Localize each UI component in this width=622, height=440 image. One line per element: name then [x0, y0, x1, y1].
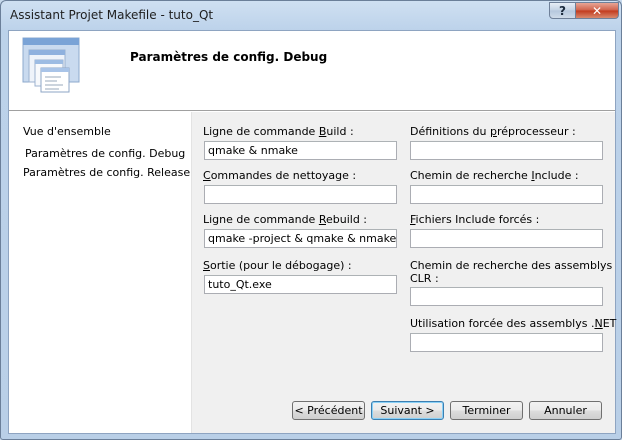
- debug-output-field[interactable]: tuto_Qt.exe: [204, 275, 397, 294]
- clean-commands-field[interactable]: [204, 185, 397, 204]
- clr-assembly-path-label: Chemin de recherche des assemblys CLR :: [410, 259, 613, 285]
- include-search-path-field[interactable]: [410, 185, 603, 204]
- forced-net-assemblies-field[interactable]: [410, 333, 603, 352]
- clean-commands-label: Commandes de nettoyage :: [203, 169, 357, 182]
- finish-button[interactable]: Terminer: [450, 401, 523, 420]
- wizard-client-area: Paramètres de config. Debug Vue d'ensemb…: [8, 30, 621, 434]
- page-title: Paramètres de config. Debug: [130, 50, 328, 64]
- clr-assembly-path-field[interactable]: [410, 287, 603, 306]
- forced-net-assemblies-label: Utilisation forcée des assemblys .NET :: [410, 317, 622, 330]
- nav-item-release-settings[interactable]: Paramètres de config. Release: [23, 166, 190, 179]
- forced-includes-label: Fichiers Include forcés :: [410, 213, 540, 226]
- title-bar[interactable]: Assistant Projet Makefile - tuto_Qt ? ✕: [1, 1, 621, 29]
- cancel-button[interactable]: Annuler: [529, 401, 602, 420]
- nav-item-debug-settings[interactable]: Paramètres de config. Debug: [25, 147, 185, 160]
- preprocessor-definitions-field[interactable]: [410, 141, 603, 160]
- build-command-label: Ligne de commande Build :: [203, 125, 354, 138]
- previous-button[interactable]: < Précédent: [292, 401, 365, 420]
- nav-divider: [191, 112, 192, 433]
- help-button[interactable]: ?: [549, 2, 576, 19]
- build-command-field[interactable]: qmake & nmake: [204, 141, 397, 160]
- debug-output-label: Sortie (pour le débogage) :: [203, 259, 352, 272]
- window-title: Assistant Projet Makefile - tuto_Qt: [10, 8, 214, 22]
- include-search-path-label: Chemin de recherche Include :: [410, 169, 579, 182]
- close-icon: ✕: [591, 3, 603, 18]
- wizard-header: Paramètres de config. Debug: [9, 31, 615, 110]
- wizard-nav: Vue d'ensemble Paramètres de config. Deb…: [9, 112, 191, 433]
- nav-item-overview[interactable]: Vue d'ensemble: [23, 125, 111, 138]
- wizard-window: Assistant Projet Makefile - tuto_Qt ? ✕: [0, 0, 622, 440]
- close-button[interactable]: ✕: [575, 2, 619, 19]
- rebuild-command-label: Ligne de commande Rebuild :: [203, 213, 368, 226]
- wizard-windows-icon: [22, 37, 80, 93]
- help-icon: ?: [559, 3, 566, 18]
- preprocessor-definitions-label: Définitions du préprocesseur :: [410, 125, 576, 138]
- next-button[interactable]: Suivant >: [371, 401, 444, 420]
- rebuild-command-field[interactable]: qmake -project & qmake & nmake: [204, 229, 397, 248]
- forced-includes-field[interactable]: [410, 229, 603, 248]
